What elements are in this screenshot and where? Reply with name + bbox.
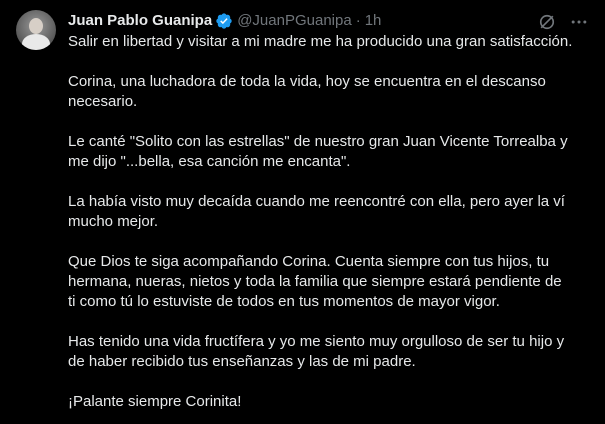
tweet-header: Juan Pablo Guanipa @JuanPGuanipa · 1h <box>68 10 589 32</box>
tweet-paragraph: Que Dios te siga acompañando Corina. Cue… <box>68 253 562 310</box>
separator-dot: · <box>355 12 361 29</box>
display-name[interactable]: Juan Pablo Guanipa <box>68 11 212 31</box>
tweet-paragraph: ¡Palante siempre Corinita! <box>68 393 242 410</box>
user-handle[interactable]: @JuanPGuanipa <box>237 11 351 31</box>
verified-badge-icon <box>215 12 233 30</box>
grok-icon[interactable] <box>537 12 557 32</box>
tweet-paragraph: Le canté "Solito con las estrellas" de n… <box>68 133 568 170</box>
tweet-content: Juan Pablo Guanipa @JuanPGuanipa · 1h Sa… <box>68 10 589 424</box>
avatar[interactable] <box>16 10 56 50</box>
timestamp[interactable]: 1h <box>365 11 382 31</box>
more-options-icon[interactable] <box>569 12 589 32</box>
tweet-paragraph: Has tenido una vida fructífera y yo me s… <box>68 333 565 370</box>
tweet-paragraph: Corina, una luchadora de toda la vida, h… <box>68 73 546 110</box>
header-actions <box>537 12 589 32</box>
avatar-column <box>16 10 56 424</box>
tweet-paragraph: Salir en libertad y visitar a mi madre m… <box>68 33 573 50</box>
tweet-paragraph: La había visto muy decaída cuando me ree… <box>68 193 565 230</box>
tweet[interactable]: Juan Pablo Guanipa @JuanPGuanipa · 1h Sa… <box>0 0 605 424</box>
tweet-text: Salir en libertad y visitar a mi madre m… <box>68 32 589 412</box>
